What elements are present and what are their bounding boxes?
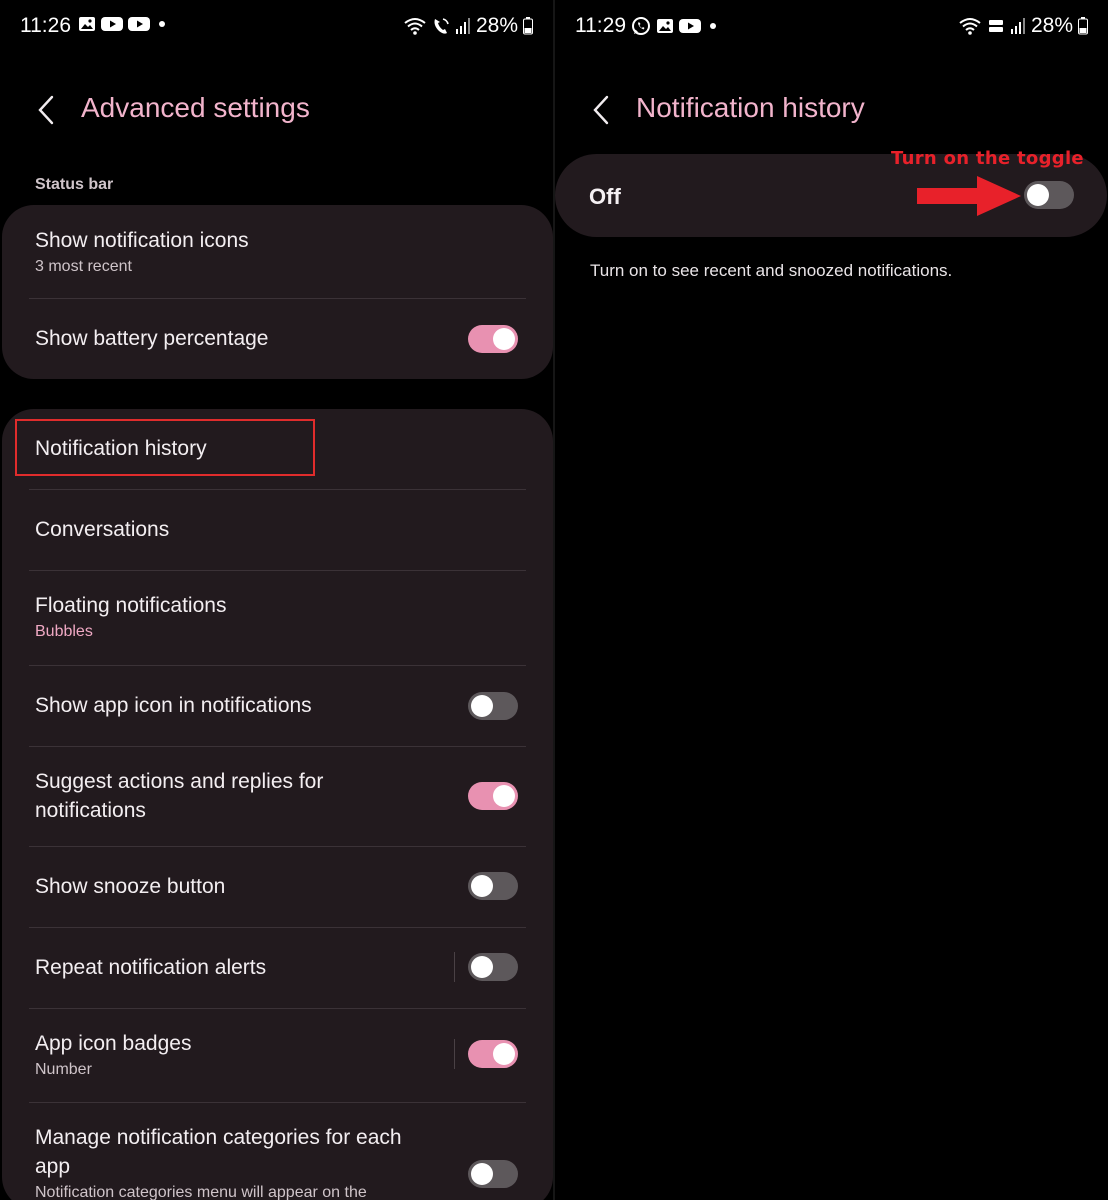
notification-settings-card: Notification history Conversations Float… (2, 409, 553, 1200)
row-title: Manage notification categories for each (35, 1126, 402, 1149)
gallery-icon (657, 19, 673, 33)
row-subtitle: 3 most recent (35, 258, 132, 275)
app-icon-badges-row[interactable]: App icon badges Number (2, 1009, 553, 1102)
battery-icon (523, 17, 533, 35)
floating-notifications-row[interactable]: Floating notifications Bubbles (2, 571, 553, 665)
advanced-settings-screen: 11:26 28% Advanced settings Status bar S… (0, 0, 553, 1200)
toggle-knob (493, 785, 515, 807)
row-title-cont: notifications (35, 799, 146, 822)
toggle-knob (471, 956, 493, 978)
app-header: Advanced settings (35, 88, 533, 132)
page-title: Advanced settings (81, 92, 310, 123)
whatsapp-icon (632, 17, 650, 35)
status-notification-icons (78, 16, 169, 32)
row-title: App icon badges (35, 1032, 192, 1055)
status-system-icons: 28% (403, 14, 533, 38)
wifi-icon (404, 18, 426, 35)
page-title: Notification history (636, 92, 865, 123)
app-icon-badges-toggle[interactable] (468, 1040, 518, 1068)
toggle-knob (471, 695, 493, 717)
row-title: Floating notifications (35, 594, 227, 617)
conversations-row[interactable]: Conversations (2, 490, 553, 570)
row-title: Conversations (35, 518, 170, 541)
annotation-arrow-icon (917, 176, 1021, 216)
row-title: Show battery percentage (35, 327, 269, 350)
row-subtitle: Notification categories menu will appear… (35, 1184, 367, 1200)
signal-icon (1010, 18, 1025, 34)
gallery-icon (79, 17, 95, 31)
back-arrow-icon[interactable] (590, 94, 614, 126)
youtube-icon (679, 19, 701, 33)
app-header: Notification history (590, 88, 1088, 132)
status-bar: 11:26 28% (20, 12, 533, 42)
battery-percentage: 28% (1030, 14, 1073, 37)
switch-state-label: Off (589, 184, 621, 209)
repeat-alerts-toggle[interactable] (468, 953, 518, 981)
status-system-icons: 28% (958, 14, 1088, 38)
back-arrow-icon[interactable] (35, 94, 59, 126)
row-subtitle: Bubbles (35, 623, 93, 640)
more-dot-icon (159, 21, 165, 27)
youtube-icon (101, 17, 123, 31)
status-time: 11:26 (20, 14, 71, 37)
manage-categories-row[interactable]: Manage notification categories for each … (2, 1103, 553, 1200)
row-subtitle: Number (35, 1061, 92, 1078)
toggle-knob (493, 1043, 515, 1065)
row-title-cont: app (35, 1155, 71, 1178)
row-title: Show app icon in notifications (35, 694, 312, 717)
toggle-knob (493, 328, 515, 350)
row-title: Repeat notification alerts (35, 956, 267, 979)
suggest-actions-toggle[interactable] (468, 782, 518, 810)
status-bar-settings-card: Show notification icons 3 most recent Sh… (2, 205, 553, 379)
description-text: Turn on to see recent and snoozed notifi… (590, 261, 953, 280)
notification-history-screen: 11:29 28% Notification history Off Turn … (555, 0, 1108, 1200)
annotation-label: Turn on the toggle (891, 148, 1084, 169)
row-title: Show snooze button (35, 875, 226, 898)
divider (454, 952, 455, 982)
status-notification-icons (631, 16, 720, 36)
more-dot-icon (710, 23, 716, 29)
annotation-highlight-box (15, 419, 315, 476)
signal-icon (455, 18, 470, 34)
status-time: 11:29 (575, 14, 626, 37)
repeat-alerts-row[interactable]: Repeat notification alerts (2, 928, 553, 1008)
status-bar: 11:29 28% (575, 12, 1088, 42)
volte-icon (988, 20, 1003, 32)
wifi-icon (959, 18, 981, 35)
toggle-knob (471, 875, 493, 897)
wifi-calling-icon (434, 18, 449, 34)
battery-icon (1078, 17, 1088, 35)
toggle-knob (471, 1163, 493, 1185)
section-header-status-bar: Status bar (35, 176, 114, 193)
suggest-actions-row[interactable]: Suggest actions and replies for notifica… (2, 747, 553, 846)
row-title: Show notification icons (35, 229, 249, 252)
show-app-icon-toggle[interactable] (468, 692, 518, 720)
youtube-icon (128, 17, 150, 31)
row-title: Suggest actions and replies for (35, 770, 324, 793)
manage-categories-toggle[interactable] (468, 1160, 518, 1188)
show-snooze-row[interactable]: Show snooze button (2, 847, 553, 927)
toggle-knob (1027, 184, 1049, 206)
show-snooze-toggle[interactable] (468, 872, 518, 900)
show-battery-percentage-row[interactable]: Show battery percentage (2, 299, 553, 379)
divider (454, 1039, 455, 1069)
show-app-icon-row[interactable]: Show app icon in notifications (2, 666, 553, 746)
battery-percentage-toggle[interactable] (468, 325, 518, 353)
battery-percentage: 28% (475, 14, 518, 37)
show-notification-icons-row[interactable]: Show notification icons 3 most recent (2, 205, 553, 299)
notification-history-toggle[interactable] (1024, 181, 1074, 209)
